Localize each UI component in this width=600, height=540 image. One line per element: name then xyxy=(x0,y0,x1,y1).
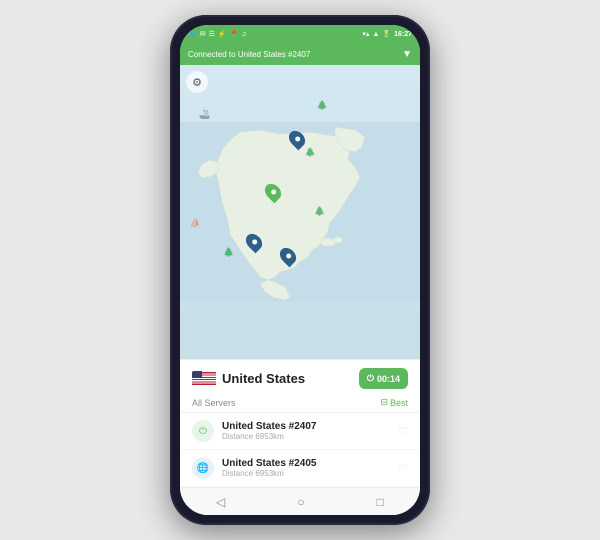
server-distance-2407: Distance 6953km xyxy=(222,432,398,441)
filter-bar: All Servers ⊟ Best xyxy=(180,395,420,413)
server-item-2407[interactable]: ⏻ United States #2407 Distance 6953km ♡ xyxy=(180,413,420,450)
country-left: United States xyxy=(192,371,305,386)
country-name: United States xyxy=(222,371,305,386)
recent-button[interactable]: □ xyxy=(377,495,384,509)
chevron-down-icon: ▼ xyxy=(402,49,412,60)
map-pin-usa-active[interactable] xyxy=(266,183,280,201)
settings-button[interactable]: ⚙ xyxy=(186,71,208,93)
best-label: Best xyxy=(390,398,408,408)
server-distance-2405: Distance 6953km xyxy=(222,469,398,478)
battery-icon: 🔋 xyxy=(382,30,391,38)
filter-icon: ⊟ xyxy=(380,397,388,408)
signal-icon: ▾▴ xyxy=(362,30,369,38)
connect-button[interactable]: ⏻ 00:14 xyxy=(359,368,408,389)
server-info-2405: United States #2405 Distance 6953km xyxy=(222,458,398,478)
server-name-2405: United States #2405 xyxy=(222,458,398,469)
power-icon-green: ⏻ xyxy=(199,426,207,437)
bottom-panel: United States ⏻ 00:14 All Servers ⊟ Best xyxy=(180,359,420,487)
music-icon: ♫ xyxy=(241,31,246,38)
connection-text: Connected to United States #2407 xyxy=(188,50,310,59)
favorite-icon-2407[interactable]: ♡ xyxy=(398,425,408,438)
gear-icon: ⚙ xyxy=(192,76,202,89)
home-button[interactable]: ○ xyxy=(297,495,304,509)
tree-icon-2: 🌲 xyxy=(305,147,316,158)
map-pin-canada[interactable] xyxy=(290,130,304,148)
map-svg xyxy=(180,65,420,359)
back-button[interactable]: ◁ xyxy=(216,495,225,509)
boat-icon-1: ⛵ xyxy=(190,218,201,229)
map-pin-caribbean[interactable] xyxy=(281,247,295,265)
server-name-2407: United States #2407 xyxy=(222,421,398,432)
server-icon-2407: ⏻ xyxy=(192,420,214,442)
power-icon: ⏻ xyxy=(367,373,374,384)
server-item-2405[interactable]: 🌐 United States #2405 Distance 6953km ♡ xyxy=(180,450,420,487)
tree-icon-3: 🌲 xyxy=(314,206,325,217)
location-icon: 📍 xyxy=(230,30,239,38)
status-icons-left: 🐦 ✉ ☰ ⚡ 📍 ♫ xyxy=(188,30,247,38)
mail-icon: ✉ xyxy=(200,30,206,38)
wifi-icon: ▲ xyxy=(372,31,379,38)
server-globe-icon: 🌐 xyxy=(197,463,209,474)
map-area: ⚙ xyxy=(180,65,420,359)
phone-screen: 🐦 ✉ ☰ ⚡ 📍 ♫ ▾▴ ▲ 🔋 16:27 Connected to Un… xyxy=(180,25,420,515)
flash-icon: ⚡ xyxy=(218,30,227,38)
boat-icon-2: 🚢 xyxy=(199,109,210,120)
country-header: United States ⏻ 00:14 xyxy=(180,360,420,395)
map-pin-mexico[interactable] xyxy=(247,233,261,251)
connect-timer: 00:14 xyxy=(377,374,400,384)
us-flag xyxy=(192,371,216,386)
nav-bar: ◁ ○ □ xyxy=(180,487,420,515)
tree-icon-1: 🌲 xyxy=(317,100,328,111)
tree-icon-4: 🌲 xyxy=(223,247,234,258)
server-icon-2405: 🌐 xyxy=(192,457,214,479)
connection-bar[interactable]: Connected to United States #2407 ▼ xyxy=(180,43,420,65)
status-time: 16:27 xyxy=(394,31,412,38)
status-bar: 🐦 ✉ ☰ ⚡ 📍 ♫ ▾▴ ▲ 🔋 16:27 xyxy=(180,25,420,43)
server-info-2407: United States #2407 Distance 6953km xyxy=(222,421,398,441)
all-servers-label: All Servers xyxy=(192,398,236,408)
status-right: ▾▴ ▲ 🔋 16:27 xyxy=(362,30,412,38)
favorite-icon-2405[interactable]: ♡ xyxy=(398,462,408,475)
menu-icon: ☰ xyxy=(209,30,215,38)
server-list: ⏻ United States #2407 Distance 6953km ♡ … xyxy=(180,413,420,487)
phone-frame: 🐦 ✉ ☰ ⚡ 📍 ♫ ▾▴ ▲ 🔋 16:27 Connected to Un… xyxy=(170,15,430,525)
twitter-icon: 🐦 xyxy=(188,30,197,38)
best-filter-button[interactable]: ⊟ Best xyxy=(380,397,408,408)
